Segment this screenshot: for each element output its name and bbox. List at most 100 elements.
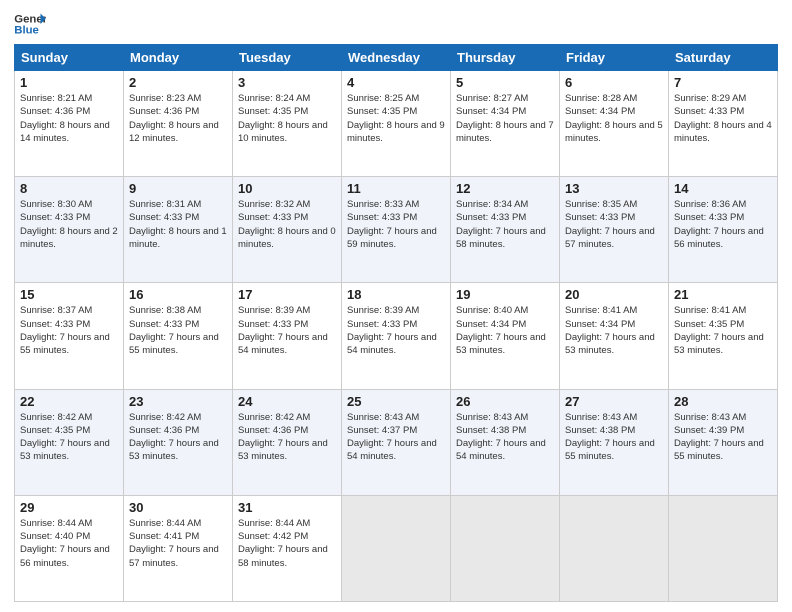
day-info: Sunrise: 8:23 AMSunset: 4:36 PMDaylight:…: [129, 92, 227, 145]
logo-icon: General Blue: [14, 10, 46, 38]
day-cell-3: 3 Sunrise: 8:24 AMSunset: 4:35 PMDaylight…: [233, 71, 342, 177]
day-number: 4: [347, 75, 445, 90]
day-info: Sunrise: 8:41 AMSunset: 4:34 PMDaylight:…: [565, 304, 663, 357]
day-cell-18: 18 Sunrise: 8:39 AMSunset: 4:33 PMDayligh…: [342, 283, 451, 389]
empty-cell: [560, 495, 669, 601]
day-info: Sunrise: 8:42 AMSunset: 4:35 PMDaylight:…: [20, 411, 118, 464]
day-cell-4: 4 Sunrise: 8:25 AMSunset: 4:35 PMDaylight…: [342, 71, 451, 177]
day-number: 25: [347, 394, 445, 409]
day-cell-23: 23Sunrise: 8:42 AMSunset: 4:36 PMDayligh…: [124, 389, 233, 495]
day-info: Sunrise: 8:43 AMSunset: 4:39 PMDaylight:…: [674, 411, 772, 464]
day-number: 18: [347, 287, 445, 302]
day-info: Sunrise: 8:43 AMSunset: 4:38 PMDaylight:…: [456, 411, 554, 464]
day-info: Sunrise: 8:40 AMSunset: 4:34 PMDaylight:…: [456, 304, 554, 357]
day-info: Sunrise: 8:27 AMSunset: 4:34 PMDaylight:…: [456, 92, 554, 145]
day-cell-29: 29Sunrise: 8:44 AMSunset: 4:40 PMDayligh…: [15, 495, 124, 601]
day-cell-21: 21Sunrise: 8:41 AMSunset: 4:35 PMDayligh…: [669, 283, 778, 389]
day-info: Sunrise: 8:42 AMSunset: 4:36 PMDaylight:…: [238, 411, 336, 464]
day-info: Sunrise: 8:31 AMSunset: 4:33 PMDaylight:…: [129, 198, 227, 251]
day-info: Sunrise: 8:43 AMSunset: 4:37 PMDaylight:…: [347, 411, 445, 464]
day-number: 12: [456, 181, 554, 196]
day-info: Sunrise: 8:21 AMSunset: 4:36 PMDaylight:…: [20, 92, 118, 145]
day-cell-31: 31Sunrise: 8:44 AMSunset: 4:42 PMDayligh…: [233, 495, 342, 601]
calendar-week-4: 22 Sunrise: 8:42 AMSunset: 4:35 PMDayligh…: [15, 389, 778, 495]
day-cell-24: 24 Sunrise: 8:42 AMSunset: 4:36 PMDayligh…: [233, 389, 342, 495]
calendar-container: General Blue SundayMondayTuesdayWednesda…: [0, 0, 792, 612]
day-cell-9: 9 Sunrise: 8:31 AMSunset: 4:33 PMDaylight…: [124, 177, 233, 283]
calendar-header-row: SundayMondayTuesdayWednesdayThursdayFrid…: [15, 45, 778, 71]
day-info: Sunrise: 8:43 AMSunset: 4:38 PMDaylight:…: [565, 411, 663, 464]
day-cell-19: 19 Sunrise: 8:40 AMSunset: 4:34 PMDayligh…: [451, 283, 560, 389]
day-info: Sunrise: 8:28 AMSunset: 4:34 PMDaylight:…: [565, 92, 663, 145]
day-cell-14: 14Sunrise: 8:36 AMSunset: 4:33 PMDayligh…: [669, 177, 778, 283]
day-info: Sunrise: 8:32 AMSunset: 4:33 PMDaylight:…: [238, 198, 336, 251]
day-header-monday: Monday: [124, 45, 233, 71]
day-info: Sunrise: 8:37 AMSunset: 4:33 PMDaylight:…: [20, 304, 118, 357]
day-number: 22: [20, 394, 118, 409]
day-number: 24: [238, 394, 336, 409]
day-info: Sunrise: 8:33 AMSunset: 4:33 PMDaylight:…: [347, 198, 445, 251]
day-number: 10: [238, 181, 336, 196]
empty-cell: [451, 495, 560, 601]
logo: General Blue: [14, 10, 46, 38]
day-info: Sunrise: 8:24 AMSunset: 4:35 PMDaylight:…: [238, 92, 336, 145]
day-cell-11: 11 Sunrise: 8:33 AMSunset: 4:33 PMDayligh…: [342, 177, 451, 283]
day-cell-15: 15Sunrise: 8:37 AMSunset: 4:33 PMDayligh…: [15, 283, 124, 389]
day-number: 20: [565, 287, 663, 302]
day-cell-30: 30Sunrise: 8:44 AMSunset: 4:41 PMDayligh…: [124, 495, 233, 601]
day-header-thursday: Thursday: [451, 45, 560, 71]
day-cell-5: 5Sunrise: 8:27 AMSunset: 4:34 PMDaylight…: [451, 71, 560, 177]
day-info: Sunrise: 8:30 AMSunset: 4:33 PMDaylight:…: [20, 198, 118, 251]
empty-cell: [342, 495, 451, 601]
day-info: Sunrise: 8:29 AMSunset: 4:33 PMDaylight:…: [674, 92, 772, 145]
day-number: 17: [238, 287, 336, 302]
day-cell-17: 17 Sunrise: 8:39 AMSunset: 4:33 PMDayligh…: [233, 283, 342, 389]
day-number: 13: [565, 181, 663, 196]
day-cell-27: 27 Sunrise: 8:43 AMSunset: 4:38 PMDayligh…: [560, 389, 669, 495]
day-number: 3: [238, 75, 336, 90]
day-cell-6: 6 Sunrise: 8:28 AMSunset: 4:34 PMDaylight…: [560, 71, 669, 177]
day-info: Sunrise: 8:39 AMSunset: 4:33 PMDaylight:…: [347, 304, 445, 357]
calendar-body: 1 Sunrise: 8:21 AMSunset: 4:36 PMDaylight…: [15, 71, 778, 602]
day-cell-20: 20 Sunrise: 8:41 AMSunset: 4:34 PMDayligh…: [560, 283, 669, 389]
day-number: 2: [129, 75, 227, 90]
day-cell-22: 22 Sunrise: 8:42 AMSunset: 4:35 PMDayligh…: [15, 389, 124, 495]
day-number: 31: [238, 500, 336, 515]
calendar-week-3: 15Sunrise: 8:37 AMSunset: 4:33 PMDayligh…: [15, 283, 778, 389]
day-number: 1: [20, 75, 118, 90]
day-number: 28: [674, 394, 772, 409]
day-number: 27: [565, 394, 663, 409]
day-info: Sunrise: 8:36 AMSunset: 4:33 PMDaylight:…: [674, 198, 772, 251]
day-number: 11: [347, 181, 445, 196]
day-info: Sunrise: 8:39 AMSunset: 4:33 PMDaylight:…: [238, 304, 336, 357]
day-cell-7: 7 Sunrise: 8:29 AMSunset: 4:33 PMDaylight…: [669, 71, 778, 177]
day-number: 30: [129, 500, 227, 515]
day-cell-10: 10 Sunrise: 8:32 AMSunset: 4:33 PMDayligh…: [233, 177, 342, 283]
day-cell-13: 13 Sunrise: 8:35 AMSunset: 4:33 PMDayligh…: [560, 177, 669, 283]
day-info: Sunrise: 8:34 AMSunset: 4:33 PMDaylight:…: [456, 198, 554, 251]
day-info: Sunrise: 8:25 AMSunset: 4:35 PMDaylight:…: [347, 92, 445, 145]
calendar-week-5: 29Sunrise: 8:44 AMSunset: 4:40 PMDayligh…: [15, 495, 778, 601]
day-number: 16: [129, 287, 227, 302]
day-info: Sunrise: 8:35 AMSunset: 4:33 PMDaylight:…: [565, 198, 663, 251]
day-cell-1: 1 Sunrise: 8:21 AMSunset: 4:36 PMDaylight…: [15, 71, 124, 177]
day-number: 8: [20, 181, 118, 196]
day-cell-25: 25 Sunrise: 8:43 AMSunset: 4:37 PMDayligh…: [342, 389, 451, 495]
empty-cell: [669, 495, 778, 601]
day-number: 6: [565, 75, 663, 90]
day-header-sunday: Sunday: [15, 45, 124, 71]
svg-text:Blue: Blue: [14, 25, 39, 37]
day-number: 19: [456, 287, 554, 302]
day-number: 9: [129, 181, 227, 196]
day-cell-28: 28 Sunrise: 8:43 AMSunset: 4:39 PMDayligh…: [669, 389, 778, 495]
day-cell-8: 8 Sunrise: 8:30 AMSunset: 4:33 PMDaylight…: [15, 177, 124, 283]
calendar-week-2: 8 Sunrise: 8:30 AMSunset: 4:33 PMDaylight…: [15, 177, 778, 283]
day-number: 7: [674, 75, 772, 90]
day-number: 26: [456, 394, 554, 409]
day-header-tuesday: Tuesday: [233, 45, 342, 71]
day-number: 23: [129, 394, 227, 409]
calendar-table: SundayMondayTuesdayWednesdayThursdayFrid…: [14, 44, 778, 602]
day-info: Sunrise: 8:38 AMSunset: 4:33 PMDaylight:…: [129, 304, 227, 357]
day-header-friday: Friday: [560, 45, 669, 71]
day-info: Sunrise: 8:41 AMSunset: 4:35 PMDaylight:…: [674, 304, 772, 357]
